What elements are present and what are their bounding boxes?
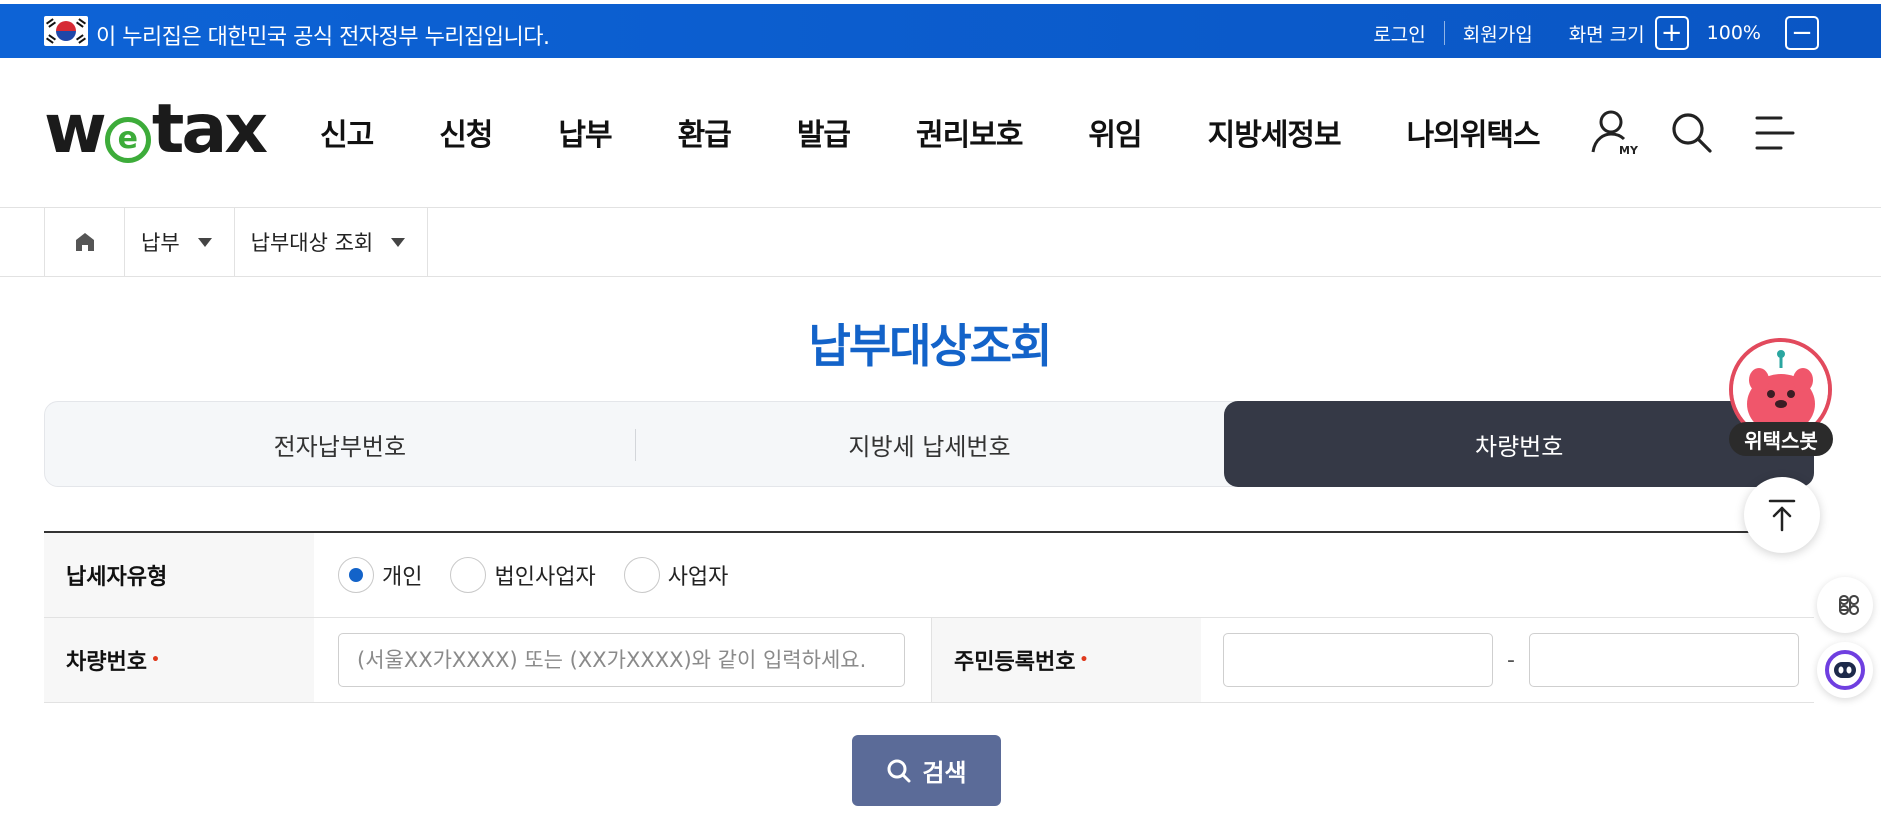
quick-menu-button[interactable] [1817, 577, 1873, 633]
lookup-tabs: 전자납부번호 지방세 납세번호 차량번호 [44, 401, 1815, 487]
nav-item-issue[interactable]: 발급 [797, 110, 851, 154]
nav-item-my-wetax[interactable]: 나의위택스 [1407, 110, 1541, 154]
nav-item-payment[interactable]: 납부 [558, 110, 612, 154]
tab-local-tax-number[interactable]: 지방세 납세번호 [634, 402, 1225, 486]
zoom-out-button[interactable]: − [1785, 16, 1819, 50]
radio-corporate-business[interactable]: 법인사업자 [450, 557, 596, 593]
vehicle-row: 차량번호• 주민등록번호• - [44, 618, 1814, 703]
taxpayer-type-row: 납세자유형 개인 법인사업자 사업자 [44, 533, 1814, 618]
radio-circle[interactable] [623, 557, 660, 593]
search-icon[interactable] [1667, 108, 1717, 158]
vehicle-number-input[interactable] [338, 633, 905, 687]
rrn-back-input[interactable] [1528, 633, 1799, 687]
breadcrumb: 납부 납부대상 조회 [44, 208, 429, 276]
nav-item-local-tax-info[interactable]: 지방세정보 [1208, 110, 1342, 154]
caret-down-icon [197, 237, 212, 247]
screen-size-label: 화면 크기 [1568, 23, 1645, 46]
scroll-top-button[interactable] [1744, 477, 1820, 553]
wetax-logo[interactable]: w e tax [44, 96, 268, 164]
wetax-bot-label[interactable]: 위택스봇 [1729, 422, 1833, 456]
zoom-in-button[interactable]: + [1654, 16, 1689, 50]
nav-item-rights[interactable]: 권리보호 [916, 110, 1023, 154]
page-title: 납부대상조회 [808, 319, 1053, 373]
taxpayer-type-label: 납세자유형 [44, 533, 314, 617]
korean-flag-icon [44, 16, 88, 46]
radio-circle[interactable] [450, 557, 487, 593]
signup-link[interactable]: 회원가입 [1463, 20, 1533, 47]
robot-face-icon [1825, 650, 1865, 690]
nav-item-report[interactable]: 신고 [320, 110, 374, 154]
svg-text:MY: MY [1619, 144, 1639, 157]
gov-banner-text: 이 누리집은 대한민국 공식 전자정부 누리집입니다. [96, 25, 550, 50]
caret-down-icon [391, 237, 406, 247]
breadcrumb-level2[interactable]: 납부대상 조회 [235, 208, 429, 276]
radio-individual[interactable]: 개인 [338, 557, 422, 593]
radio-business[interactable]: 사업자 [623, 557, 728, 593]
search-button[interactable]: 검색 [852, 735, 1001, 806]
required-mark: • [1079, 652, 1089, 668]
radio-circle[interactable] [338, 557, 374, 593]
vehicle-number-label: 차량번호 • [44, 618, 314, 702]
breadcrumb-level1[interactable]: 납부 [125, 208, 235, 276]
arrow-up-icon [1768, 499, 1796, 532]
menu-icon[interactable] [1751, 108, 1801, 158]
rrn-dash: - [1507, 647, 1515, 673]
nav-item-refund[interactable]: 환급 [678, 110, 732, 154]
assistant-button[interactable] [1817, 642, 1873, 698]
zoom-level: 100% [1706, 22, 1761, 44]
command-icon [1839, 595, 1859, 615]
breadcrumb-divider [0, 276, 1881, 277]
tab-vehicle-number[interactable]: 차량번호 [1224, 401, 1815, 487]
nav-item-delegation[interactable]: 위임 [1088, 110, 1142, 154]
required-mark: • [150, 652, 160, 668]
rrn-front-input[interactable] [1223, 633, 1493, 687]
search-icon [887, 759, 911, 782]
nav-item-apply[interactable]: 신청 [439, 110, 493, 154]
login-link[interactable]: 로그인 [1373, 20, 1425, 47]
divider [1443, 21, 1445, 45]
home-button[interactable] [45, 208, 125, 276]
main-nav: 신고 신청 납부 환급 발급 권리보호 위임 지방세정보 나의위택스 [320, 110, 1541, 154]
rrn-label: 주민등록번호 • [931, 618, 1201, 702]
home-icon [75, 233, 94, 251]
my-page-icon[interactable]: MY [1589, 108, 1639, 158]
lookup-form: 납세자유형 개인 법인사업자 사업자 차량번호• 주민등록번호• [44, 531, 1814, 703]
tab-electronic-payment-number[interactable]: 전자납부번호 [45, 402, 635, 486]
gov-banner: 이 누리집은 대한민국 공식 전자정부 누리집입니다. 로그인 회원가입 화면 … [0, 4, 1881, 58]
